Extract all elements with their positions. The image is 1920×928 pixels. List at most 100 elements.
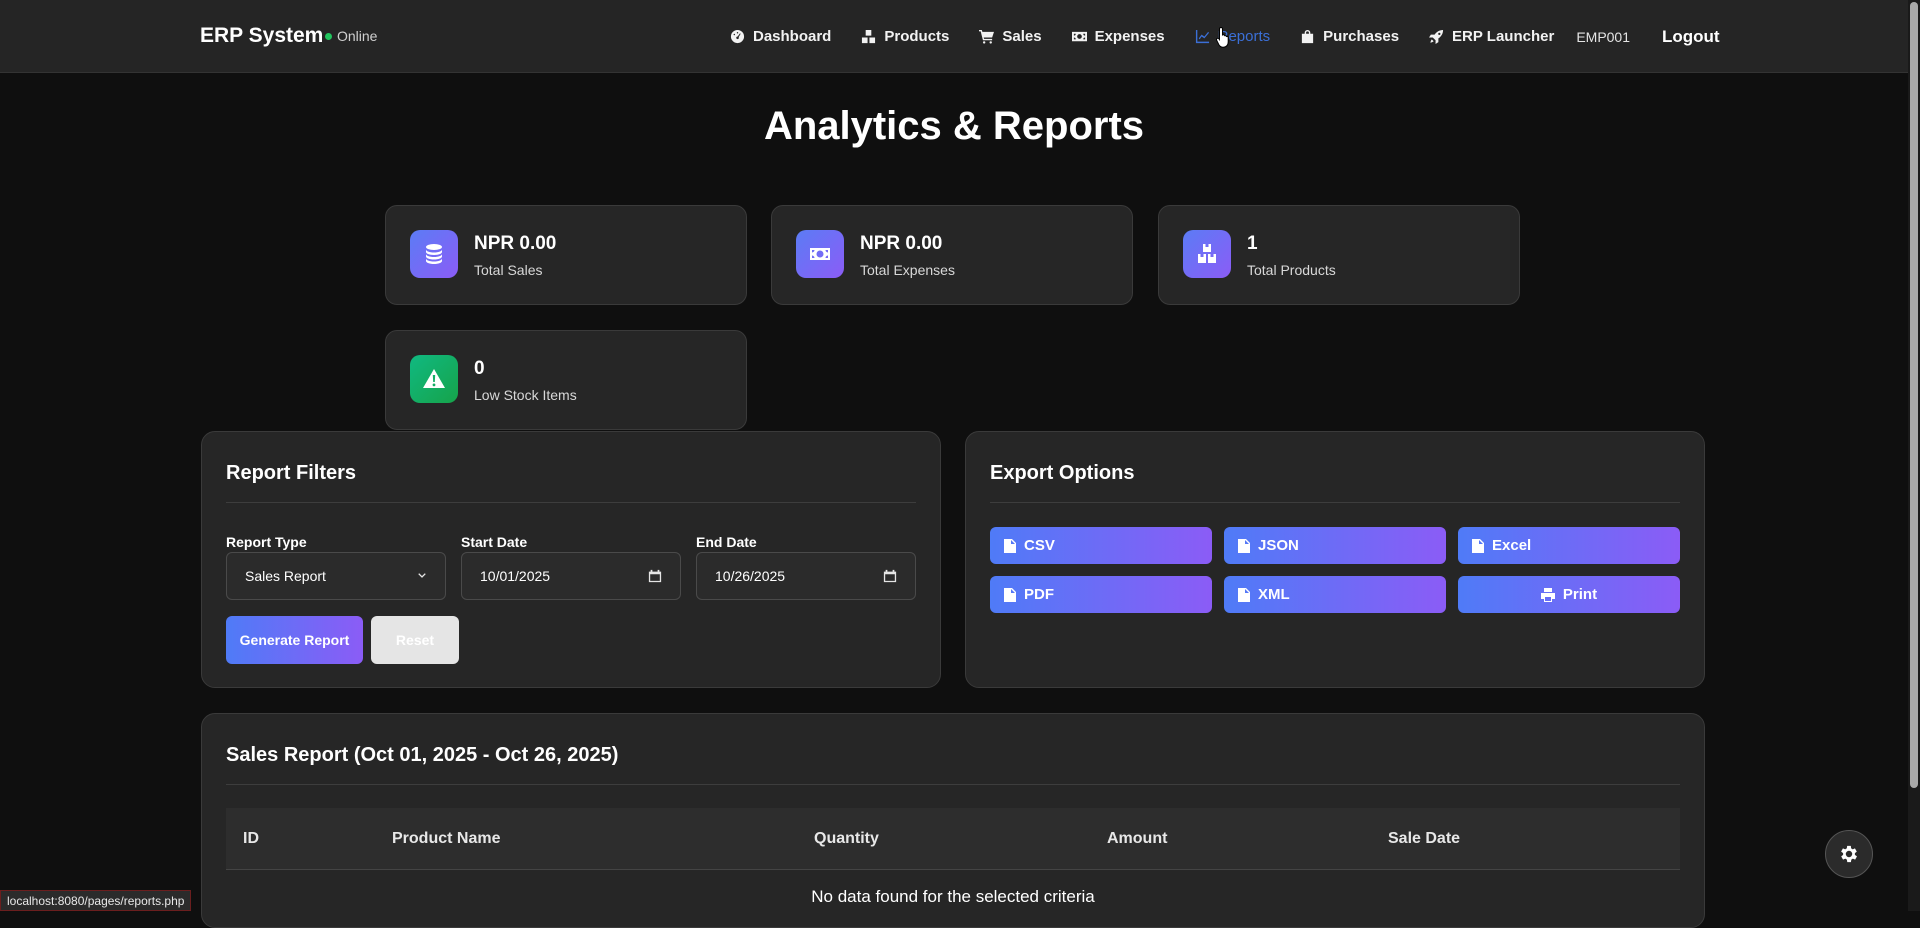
logout-button[interactable]: Logout — [1662, 27, 1720, 47]
report-type-value: Sales Report — [245, 568, 326, 584]
stat-icon-box — [410, 355, 458, 403]
export-pdf-button[interactable]: PDF — [990, 576, 1212, 613]
column-header-sale-date[interactable]: Sale Date — [1388, 830, 1460, 848]
export-excel-label: Excel — [1492, 537, 1532, 554]
nav-sales-label: Sales — [1002, 28, 1042, 45]
end-date-input[interactable]: 10/26/2025 — [696, 552, 916, 600]
export-excel-button[interactable]: Excel — [1458, 527, 1680, 564]
print-label: Print — [1562, 586, 1598, 603]
export-json-label: JSON — [1258, 537, 1299, 554]
start-date-input[interactable]: 10/01/2025 — [461, 552, 681, 600]
chart-line-icon — [1195, 29, 1209, 44]
coins-icon — [426, 244, 442, 264]
file-pdf-icon — [1004, 587, 1016, 602]
nav-erp-launcher[interactable]: ERP Launcher — [1429, 28, 1554, 45]
gear-icon — [1841, 845, 1857, 863]
end-date-value: 10/26/2025 — [715, 568, 786, 584]
nav-reports[interactable]: Reports — [1195, 28, 1270, 45]
stat-value: 1 — [1247, 233, 1258, 254]
file-code-icon — [1238, 587, 1250, 602]
column-header-id[interactable]: ID — [243, 830, 259, 848]
page-title: Analytics & Reports — [763, 104, 1145, 148]
stat-card-low-stock: 0 Low Stock Items — [385, 330, 747, 430]
rocket-icon — [1429, 29, 1444, 44]
nav-expenses[interactable]: Expenses — [1071, 28, 1165, 45]
cart-icon — [979, 29, 995, 44]
export-csv-button[interactable]: CSV — [990, 527, 1212, 564]
file-icon — [1004, 538, 1016, 553]
stat-value: 0 — [474, 358, 485, 379]
divider — [990, 502, 1680, 503]
money-bill-icon — [810, 248, 830, 260]
sales-report-panel: Sales Report (Oct 01, 2025 - Oct 26, 202… — [201, 713, 1705, 928]
export-json-button[interactable]: JSON — [1224, 527, 1446, 564]
boxes-icon — [862, 29, 876, 44]
reset-button[interactable]: Reset — [371, 616, 459, 664]
chevron-down-icon — [418, 573, 426, 578]
start-date-label: Start Date — [461, 534, 528, 550]
browser-status-url: localhost:8080/pages/reports.php — [0, 890, 192, 911]
stat-card-total-products: 1 Total Products — [1158, 205, 1520, 305]
stat-icon-box — [410, 230, 458, 278]
stat-value: NPR 0.00 — [860, 233, 943, 254]
brand-title[interactable]: ERP System — [200, 24, 323, 48]
status-dot — [325, 32, 332, 40]
report-type-select[interactable]: Sales Report — [226, 552, 446, 600]
stat-icon-box — [1183, 230, 1231, 278]
nav-sales[interactable]: Sales — [979, 28, 1042, 45]
stat-label: Total Sales — [474, 262, 543, 278]
stat-value: NPR 0.00 — [474, 233, 557, 254]
status-text: Online — [337, 28, 378, 44]
column-header-quantity[interactable]: Quantity — [814, 830, 879, 848]
export-csv-label: CSV — [1024, 537, 1055, 554]
top-navbar: ERP System Online Dashboard Products Sal… — [0, 0, 1908, 73]
start-date-value: 10/01/2025 — [480, 568, 551, 584]
stat-card-total-expenses: NPR 0.00 Total Expenses — [771, 205, 1133, 305]
filters-title: Report Filters — [226, 462, 357, 484]
export-xml-button[interactable]: XML — [1224, 576, 1446, 613]
export-options-panel: Export Options CSV JSON Excel PDF XML Pr… — [965, 431, 1705, 688]
calendar-icon[interactable] — [648, 569, 662, 583]
stat-label: Total Products — [1247, 262, 1336, 278]
nav-purchases[interactable]: Purchases — [1300, 28, 1399, 45]
nav-purchases-label: Purchases — [1323, 28, 1400, 45]
export-title: Export Options — [990, 462, 1135, 484]
column-header-product-name[interactable]: Product Name — [392, 830, 500, 848]
boxes-icon — [1198, 244, 1216, 263]
report-title: Sales Report (Oct 01, 2025 - Oct 26, 202… — [226, 744, 619, 766]
nav-erp-launcher-label: ERP Launcher — [1452, 28, 1555, 45]
nav-dashboard[interactable]: Dashboard — [730, 28, 831, 45]
mouse-cursor-icon — [1216, 26, 1229, 48]
report-type-label: Report Type — [226, 534, 307, 550]
page-scrollbar[interactable] — [1908, 0, 1920, 911]
export-xml-label: XML — [1258, 586, 1290, 603]
settings-button[interactable] — [1825, 830, 1873, 878]
divider — [226, 784, 1680, 785]
employee-id: EMP001 — [1576, 28, 1631, 45]
report-filters-panel: Report Filters Report Type Sales Report … — [201, 431, 941, 688]
stat-icon-box — [796, 230, 844, 278]
end-date-label: End Date — [696, 534, 757, 550]
online-status: Online — [325, 28, 377, 44]
nav-products-label: Products — [884, 28, 950, 45]
generate-report-button[interactable]: Generate Report — [226, 616, 363, 664]
file-excel-icon — [1472, 538, 1484, 553]
nav-expenses-label: Expenses — [1094, 28, 1165, 45]
calendar-icon[interactable] — [883, 569, 897, 583]
column-header-amount[interactable]: Amount — [1107, 830, 1167, 848]
empty-table-message: No data found for the selected criteria — [811, 887, 1095, 906]
export-pdf-label: PDF — [1024, 586, 1054, 603]
nav-dashboard-label: Dashboard — [753, 28, 832, 45]
divider — [226, 502, 916, 503]
stat-label: Low Stock Items — [474, 387, 577, 403]
gauge-icon — [730, 29, 745, 44]
print-button[interactable]: Print — [1458, 576, 1680, 613]
warning-icon — [423, 369, 445, 388]
stat-label: Total Expenses — [860, 262, 955, 278]
nav-products[interactable]: Products — [861, 28, 949, 45]
money-bill-icon — [1071, 31, 1087, 42]
print-icon — [1540, 587, 1555, 602]
file-icon — [1238, 538, 1250, 553]
table-header-row: ID Product Name Quantity Amount Sale Dat… — [226, 808, 1680, 870]
scrollbar-thumb[interactable] — [1910, 2, 1918, 788]
